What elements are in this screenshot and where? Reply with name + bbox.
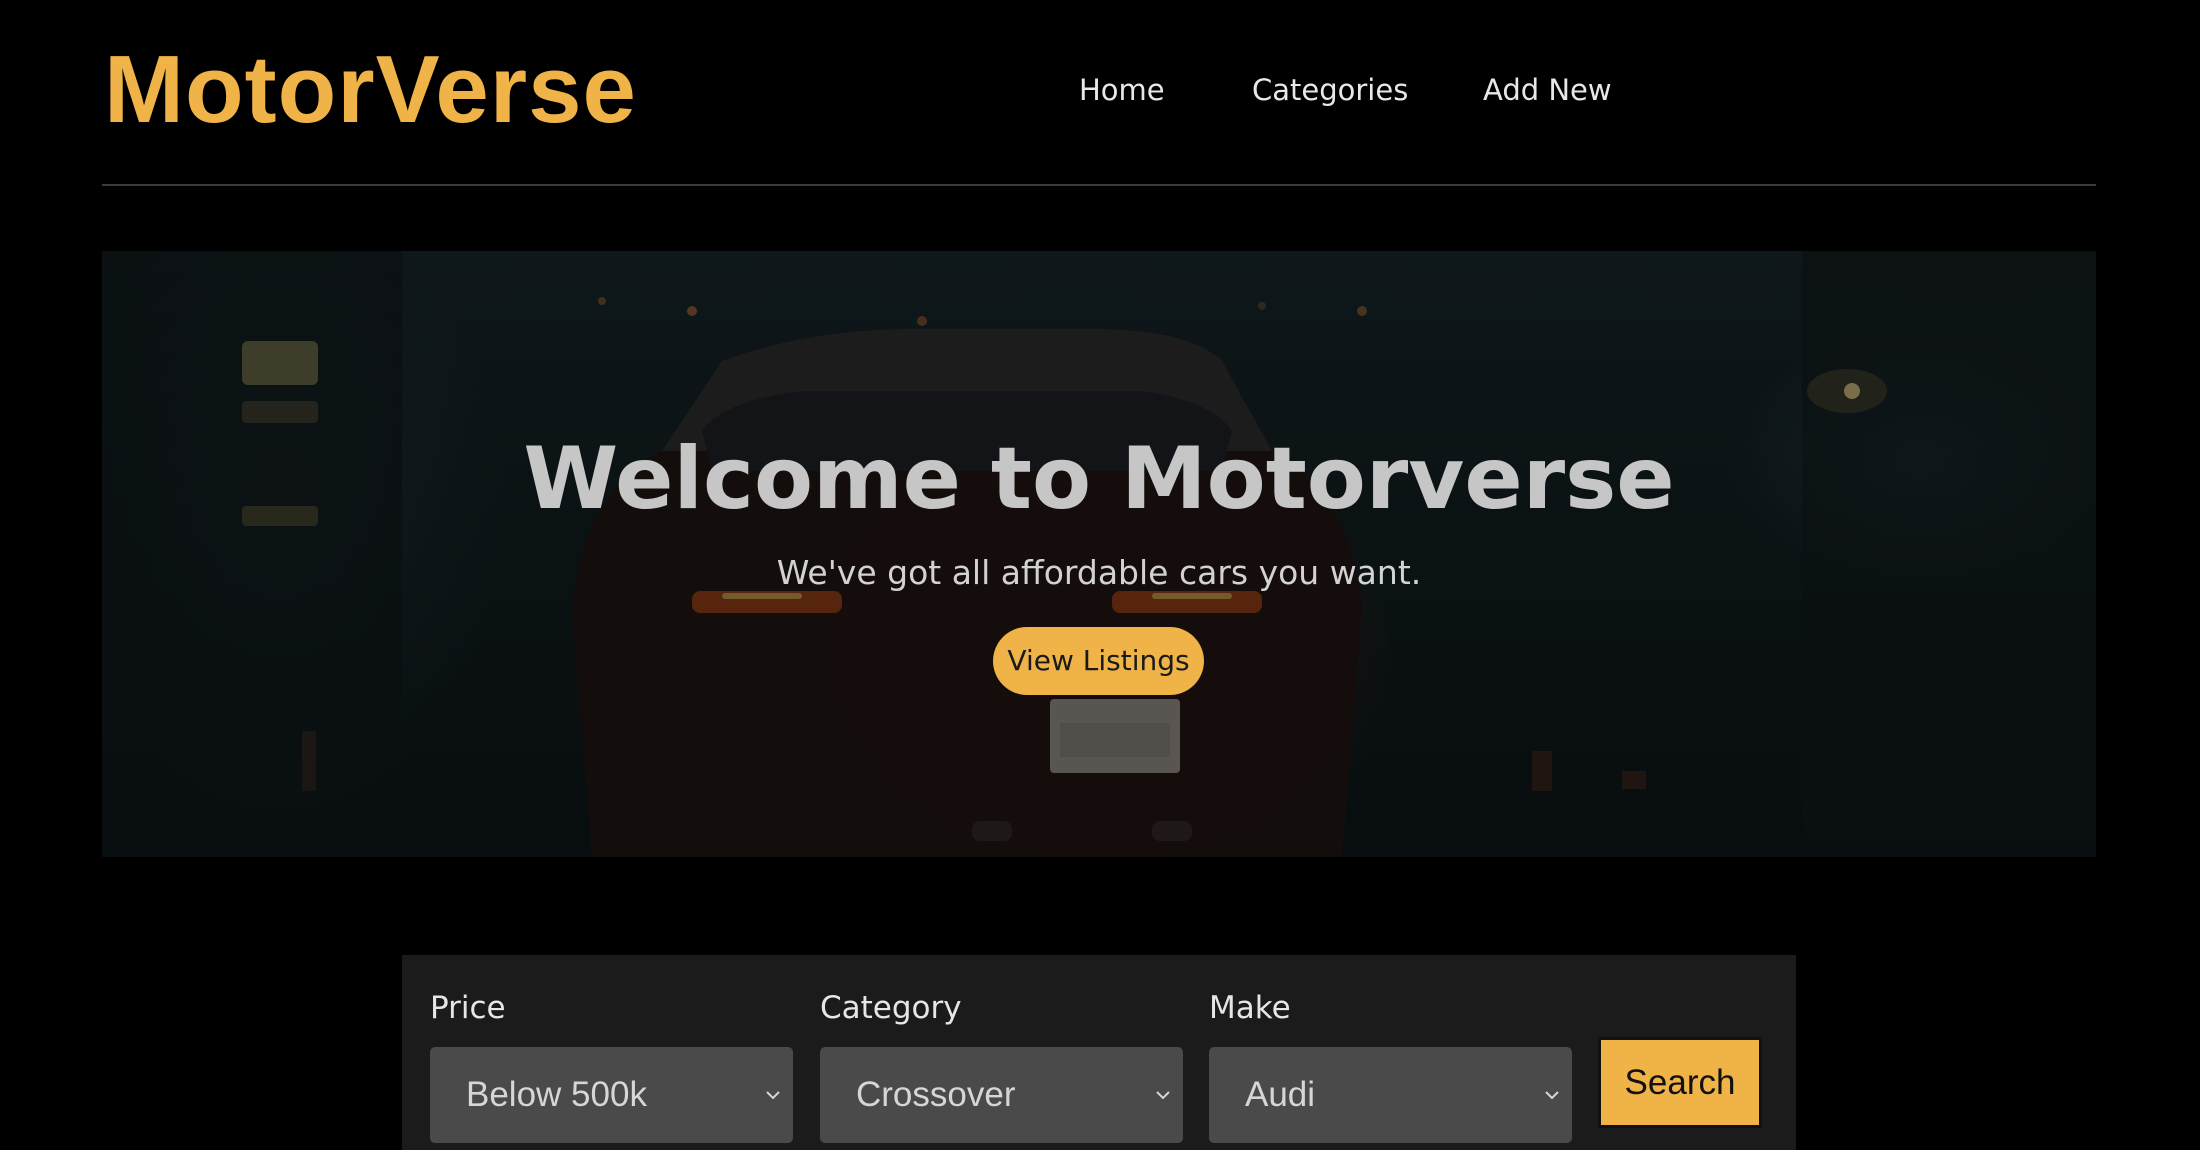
view-listings-button[interactable]: View Listings bbox=[993, 627, 1204, 695]
page: MotorVerse Home Categories Add New Welco… bbox=[0, 0, 2200, 1150]
price-label: Price bbox=[430, 990, 506, 1026]
make-select-value: Audi bbox=[1245, 1075, 1316, 1114]
nav-categories[interactable]: Categories bbox=[1252, 66, 1408, 114]
header-divider bbox=[102, 184, 2096, 186]
search-button[interactable]: Search bbox=[1598, 1037, 1762, 1128]
chevron-down-icon bbox=[1545, 1091, 1559, 1100]
nav-add-new[interactable]: Add New bbox=[1483, 66, 1612, 114]
category-select[interactable]: Crossover bbox=[820, 1047, 1183, 1143]
make-label: Make bbox=[1209, 990, 1291, 1026]
chevron-down-icon bbox=[1156, 1091, 1170, 1100]
category-select-value: Crossover bbox=[856, 1075, 1016, 1114]
price-select-value: Below 500k bbox=[466, 1075, 647, 1114]
search-panel: Price Category Make Below 500k Crossover… bbox=[402, 955, 1796, 1150]
hero-banner: Welcome to Motorverse We've got all affo… bbox=[102, 251, 2096, 857]
main-nav: Home Categories Add New bbox=[0, 66, 2200, 114]
price-select[interactable]: Below 500k bbox=[430, 1047, 793, 1143]
make-select[interactable]: Audi bbox=[1209, 1047, 1572, 1143]
hero-subtitle: We've got all affordable cars you want. bbox=[776, 553, 1422, 592]
nav-home[interactable]: Home bbox=[1079, 66, 1165, 114]
chevron-down-icon bbox=[766, 1091, 780, 1100]
category-label: Category bbox=[820, 990, 962, 1026]
hero-title: Welcome to Motorverse bbox=[523, 429, 1675, 529]
